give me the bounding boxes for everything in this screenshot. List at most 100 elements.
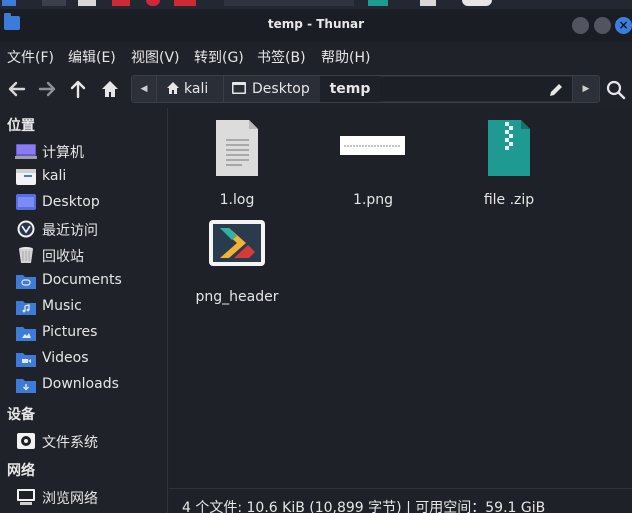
recent-icon [17,220,35,238]
up-button[interactable] [67,78,89,100]
downloads-folder-icon [16,379,36,393]
pencil-icon [550,84,562,96]
sidebar-item-downloads[interactable]: Downloads [0,372,167,398]
menu-go[interactable]: 转到(G) [194,47,244,67]
menu-help[interactable]: 帮助(H) [321,47,370,67]
sidebar-item-label: Documents [42,272,122,288]
image-thumbnail-icon [318,118,428,188]
taskbar-item[interactable] [174,0,196,6]
sidebar-item-pictures[interactable]: Pictures [0,320,167,346]
taskbar-item[interactable] [146,0,160,6]
path-bar: ◀ kali Desktop temp ▶ [131,75,600,103]
home-icon [167,82,179,94]
taskbar-item[interactable] [2,0,16,6]
sidebar-item-kali[interactable]: kali [0,164,167,190]
sidebar-item-label: Desktop [42,194,100,210]
taskbar-item[interactable] [368,0,388,6]
text-file-icon [182,118,292,188]
pictures-folder-icon [16,327,36,341]
music-folder-icon [16,301,36,315]
computer-icon [15,144,37,159]
path-scroll-left-button[interactable]: ◀ [132,76,156,102]
path-location-field[interactable] [380,77,572,101]
path-scroll-right-button[interactable]: ▶ [574,76,598,102]
toolbar: ◀ kali Desktop temp ▶ [0,70,632,108]
status-text: 4 个文件: 10.6 KiB (10,899 字节) | 可用空间：59.1 … [182,500,546,513]
sidebar-item-label: 最近访问 [42,223,98,239]
search-button[interactable] [606,80,626,100]
home-folder-icon [16,169,36,185]
file-view[interactable]: 1.log 1.png file .zip png_header [169,108,632,488]
path-segment-desktop[interactable]: Desktop [232,76,310,102]
status-bar: 4 个文件: 10.6 KiB (10,899 字节) | 可用空间：59.1 … [169,488,632,513]
file-item[interactable]: 1.log [182,118,292,208]
file-name: png_header [195,289,279,305]
taskbar-item[interactable] [112,0,130,6]
sidebar-item-label: 文件系统 [42,435,98,451]
sidebar-item-filesystem[interactable]: 文件系统 [0,428,167,454]
menu-bar: 文件(F) 编辑(E) 视图(V) 转到(G) 书签(B) 帮助(H) [0,42,632,70]
sidebar-item-label: Videos [42,350,89,366]
sidebar-item-label: Pictures [42,324,98,340]
sidebar-item-documents[interactable]: Documents [0,268,167,294]
network-icon [17,489,35,505]
home-icon [102,81,118,97]
sidebar-item-label: kali [42,168,67,184]
sidebar-item-videos[interactable]: Videos [0,346,167,372]
sidebar-item-label: Music [42,298,82,314]
menu-view[interactable]: 视图(V) [131,47,180,67]
path-segment-label: Desktop [252,81,310,97]
sidebar-item-label: Downloads [42,376,119,392]
sidebar-item-recent[interactable]: 最近访问 [0,216,167,242]
menu-edit[interactable]: 编辑(E) [68,47,116,67]
sidebar-item-label: 计算机 [42,145,84,161]
home-button[interactable] [99,78,121,100]
arrow-left-icon [8,81,26,97]
taskbar-item[interactable] [78,0,96,6]
path-divider [223,76,224,102]
sidebar-item-desktop[interactable]: Desktop [0,190,167,216]
forward-button[interactable] [36,78,58,100]
menu-file[interactable]: 文件(F) [7,47,54,67]
title-bar: temp - Thunar × [0,9,632,42]
sidebar-heading-network: 网络 [7,463,35,479]
sidebar-heading-places: 位置 [7,118,35,134]
path-divider [156,76,157,102]
sidebar-heading-devices: 设备 [7,407,35,423]
file-name: 1.png [352,192,393,208]
edit-location-button[interactable] [548,82,564,98]
sidebar-item-label: 回收站 [42,249,84,265]
sidebar-item-computer[interactable]: 计算机 [0,138,167,164]
arrow-right-icon [38,81,56,97]
arrow-up-icon [70,80,86,99]
taskbar-item[interactable] [224,0,354,6]
executable-app-icon [182,216,292,286]
path-segment-label: kali [184,81,209,97]
taskbar-strip [0,0,632,9]
sidebar: 位置 计算机 kali Desktop 最近访问 回收站 Documents M… [0,108,168,513]
taskbar-item[interactable] [420,0,436,6]
back-button[interactable] [6,78,28,100]
sidebar-item-music[interactable]: Music [0,294,167,320]
taskbar-item[interactable] [42,0,66,6]
file-item[interactable]: png_header [182,216,292,306]
sidebar-item-label: 浏览网络 [42,491,98,507]
desktop-icon [232,82,246,94]
sidebar-item-browse-network[interactable]: 浏览网络 [0,484,167,510]
taskbar-item[interactable] [462,0,492,6]
zip-archive-icon [454,118,564,188]
menu-bookmarks[interactable]: 书签(B) [257,47,306,67]
trash-icon [19,247,33,263]
path-segment-temp[interactable]: temp [320,76,380,102]
path-segment-kali[interactable]: kali [166,76,208,102]
documents-folder-icon [16,275,36,289]
desktop-icon [16,194,36,210]
search-icon [606,80,626,100]
file-item[interactable]: file .zip [454,118,564,208]
file-item[interactable]: 1.png [318,118,428,208]
close-button[interactable]: × [615,17,632,34]
window-title: temp - Thunar [267,17,365,31]
sidebar-item-trash[interactable]: 回收站 [0,242,167,268]
minimize-button[interactable] [572,17,589,34]
maximize-button[interactable] [594,17,611,34]
